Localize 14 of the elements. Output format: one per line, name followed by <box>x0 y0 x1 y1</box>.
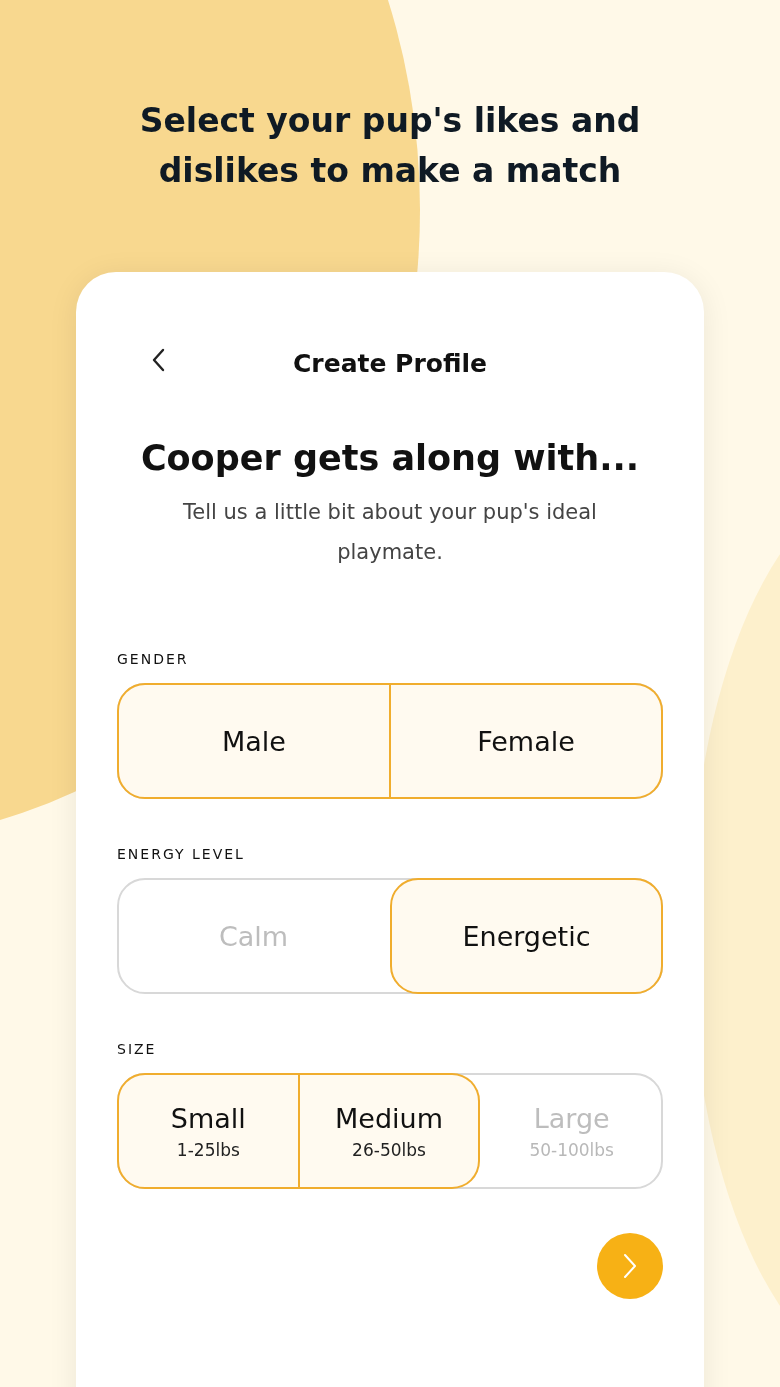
option-button[interactable]: Energetic <box>390 878 663 994</box>
heading: Cooper gets along with... <box>139 437 641 480</box>
subtitle: Tell us a little bit about your pup's ideal playmate. <box>182 499 598 566</box>
option-button[interactable]: Medium 26-50lbs <box>299 1073 481 1189</box>
option-button[interactable]: Male <box>117 683 391 799</box>
back-icon[interactable] <box>151 348 165 372</box>
section-label: SIZE <box>117 1040 158 1058</box>
option-button[interactable]: Small 1-25lbs <box>117 1073 300 1189</box>
option-button[interactable]: Female <box>391 683 663 799</box>
headline: Select your pup's likes and dislikes to make a match <box>138 100 642 192</box>
section-label: GENDER <box>117 650 190 668</box>
chevron-right-icon <box>623 1253 637 1279</box>
screen-title: Create Profile <box>293 348 487 380</box>
section-label: ENERGY LEVEL <box>117 845 246 863</box>
